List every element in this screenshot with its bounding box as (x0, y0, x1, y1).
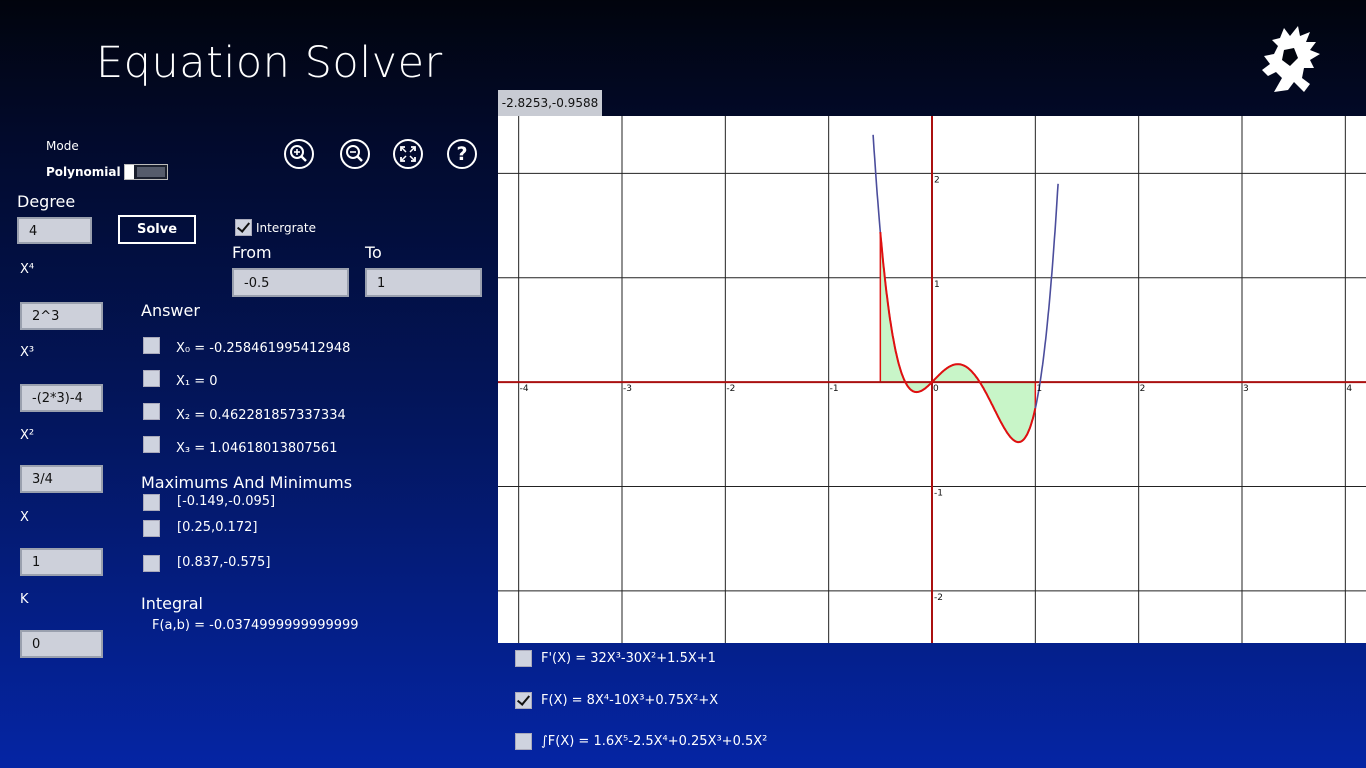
mode-value: Polynomial (46, 165, 121, 179)
function-checkbox[interactable] (515, 692, 532, 709)
x-tick-label: 1 (1036, 384, 1042, 394)
coef-input-k[interactable]: 0 (20, 630, 103, 658)
fit-screen-icon (400, 146, 416, 162)
mode-toggle[interactable] (124, 164, 168, 180)
coef-input-x3[interactable]: -(2*3)-4 (20, 384, 103, 412)
degree-input[interactable]: 4 (17, 217, 92, 244)
help-button[interactable]: ? (447, 139, 477, 169)
integrate-label: Intergrate (256, 221, 316, 235)
function-plot[interactable]: -4 -3 -2 -1 0 1 2 3 4 2 1 -1 -2 (498, 116, 1366, 643)
answer-heading: Answer (141, 301, 200, 320)
root-value-0: X₀ = -0.258461995412948 (176, 341, 351, 356)
root-value-3: X₃ = 1.04618013807561 (176, 441, 338, 456)
coef-label-x2: X² (20, 428, 35, 443)
x-tick-label: 4 (1346, 384, 1352, 394)
function-graph[interactable]: -4 -3 -2 -1 0 1 2 3 4 2 1 -1 -2 (498, 116, 1366, 643)
from-label: From (232, 243, 272, 262)
to-input[interactable]: 1 (365, 268, 482, 297)
zoom-out-icon (346, 145, 363, 162)
integral-area (880, 232, 1036, 443)
x-tick-label: 0 (933, 384, 939, 394)
y-tick-label: -2 (934, 593, 943, 603)
extrema-heading: Maximums And Minimums (141, 473, 353, 492)
integral-value: F(a,b) = -0.0374999999999999 (152, 618, 359, 633)
extremum-value-0: [-0.149,-0.095] (177, 494, 276, 509)
derivative-label: F'(X) = 32X³-30X²+1.5X+1 (541, 651, 716, 666)
degree-label: Degree (17, 192, 76, 211)
extremum-value-1: [0.25,0.172] (177, 520, 258, 535)
derivative-checkbox[interactable] (515, 650, 532, 667)
extremum-checkbox-1[interactable] (143, 520, 160, 537)
y-tick-label: -1 (934, 488, 943, 498)
from-input[interactable]: -0.5 (232, 268, 349, 297)
coef-label-x: X (20, 510, 29, 525)
coef-label-k: K (20, 592, 29, 607)
mode-label: Mode (46, 139, 79, 153)
zoom-out-button[interactable] (340, 139, 370, 169)
integral-heading: Integral (141, 594, 203, 613)
griffin-logo-icon (1262, 26, 1320, 92)
x-tick-label: -2 (726, 384, 735, 394)
x-tick-label: 2 (1140, 384, 1146, 394)
x-tick-label: -4 (520, 384, 529, 394)
extremum-checkbox-2[interactable] (143, 555, 160, 572)
extremum-value-2: [0.837,-0.575] (177, 555, 271, 570)
root-value-1: X₁ = 0 (176, 374, 218, 389)
zoom-in-icon (290, 145, 307, 162)
root-checkbox-3[interactable] (143, 436, 160, 453)
solve-button[interactable]: Solve (118, 215, 196, 244)
root-value-2: X₂ = 0.462281857337334 (176, 408, 346, 423)
integrate-checkbox[interactable] (235, 219, 252, 236)
x-tick-label: -1 (830, 384, 839, 394)
root-checkbox-0[interactable] (143, 337, 160, 354)
cursor-coordinates: -2.8253,-0.9588 (498, 90, 602, 116)
app-title: Equation Solver (96, 38, 443, 88)
x-tick-label: -3 (623, 384, 632, 394)
coef-input-x[interactable]: 1 (20, 548, 103, 576)
help-icon: ? (456, 143, 468, 165)
zoom-in-button[interactable] (284, 139, 314, 169)
to-label: To (365, 243, 382, 262)
coef-input-x2[interactable]: 3/4 (20, 465, 103, 493)
root-checkbox-2[interactable] (143, 403, 160, 420)
antiderivative-checkbox[interactable] (515, 733, 532, 750)
y-tick-label: 2 (934, 175, 940, 185)
coef-input-x4[interactable]: 2^3 (20, 302, 103, 330)
y-tick-label: 1 (934, 280, 940, 290)
x-tick-label: 3 (1243, 384, 1249, 394)
extremum-checkbox-0[interactable] (143, 494, 160, 511)
root-checkbox-1[interactable] (143, 370, 160, 387)
function-label: F(X) = 8X⁴-10X³+0.75X²+X (541, 693, 719, 708)
antiderivative-label: ∫F(X) = 1.6X⁵-2.5X⁴+0.25X³+0.5X² (541, 734, 768, 749)
coef-label-x3: X³ (20, 345, 35, 360)
coef-label-x4: X⁴ (20, 262, 35, 277)
fit-screen-button[interactable] (393, 139, 423, 169)
